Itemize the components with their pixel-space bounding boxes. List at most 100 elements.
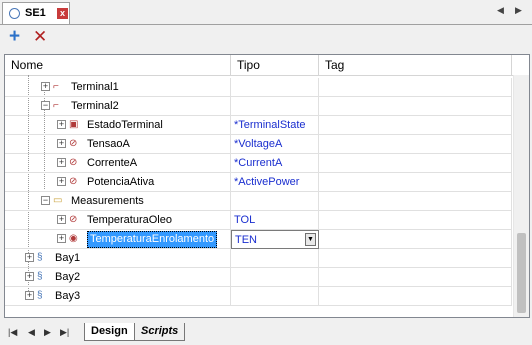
dropdown-arrow-icon[interactable]: ▼: [305, 233, 316, 246]
scroll-tabs-right-icon[interactable]: ▶: [515, 5, 522, 16]
tree-row[interactable]: + ▣ EstadoTerminal *TerminalState: [5, 116, 512, 135]
tab-scripts[interactable]: Scripts: [134, 323, 186, 341]
bottom-tab-bar: |◀ ◀ ▶ ▶| Design Scripts: [0, 322, 532, 345]
collapse-icon[interactable]: −: [41, 196, 50, 205]
name-cell[interactable]: + ⊘ PotenciaAtiva: [5, 173, 231, 192]
expand-icon[interactable]: +: [57, 215, 66, 224]
tab-se1[interactable]: SE1 x: [2, 2, 70, 24]
tree-row[interactable]: + ⌐ Terminal1: [5, 78, 512, 97]
name-cell[interactable]: + ◉ TemperaturaEnrolamento: [5, 230, 231, 249]
tree-row[interactable]: + ⊘ CorrenteA *CurrentA: [5, 154, 512, 173]
node-label: CorrenteA: [87, 157, 138, 169]
tag-cell[interactable]: [319, 249, 512, 268]
tag-cell[interactable]: [319, 135, 512, 154]
collapse-icon[interactable]: −: [41, 101, 50, 110]
expand-icon[interactable]: +: [57, 139, 66, 148]
tree-grid: Nome Tipo Tag + ⌐ Terminal1− ⌐ Terminal2 + ▣ Es…: [4, 54, 530, 318]
type-cell[interactable]: [231, 192, 319, 211]
terminal-icon: ⌐: [53, 81, 59, 92]
next-page-icon[interactable]: ▶: [44, 327, 51, 338]
expand-icon[interactable]: +: [57, 177, 66, 186]
tree-row[interactable]: − ▭ Measurements: [5, 192, 512, 211]
type-value: *ActivePower: [234, 176, 300, 188]
name-cell[interactable]: − ⌐ Terminal2: [5, 97, 231, 116]
node-label: Bay3: [55, 290, 81, 302]
tag-cell[interactable]: [319, 97, 512, 116]
expand-icon[interactable]: +: [25, 272, 34, 281]
node-label: Terminal2: [71, 100, 119, 112]
type-cell[interactable]: TEN ▼: [231, 230, 319, 249]
scrollbar-thumb[interactable]: [517, 233, 526, 313]
tag-cell[interactable]: [319, 154, 512, 173]
close-tab-button[interactable]: x: [57, 8, 68, 19]
expand-icon[interactable]: +: [57, 120, 66, 129]
column-header-tipo[interactable]: Tipo: [231, 55, 319, 75]
name-cell[interactable]: + § Bay1: [5, 249, 231, 268]
name-cell[interactable]: + ▣ EstadoTerminal: [5, 116, 231, 135]
type-cell[interactable]: [231, 249, 319, 268]
name-cell[interactable]: + ⊘ TensaoA: [5, 135, 231, 154]
previous-page-icon[interactable]: ◀: [28, 327, 35, 338]
tree-row[interactable]: + ⊘ PotenciaAtiva *ActivePower: [5, 173, 512, 192]
type-cell[interactable]: [231, 97, 319, 116]
node-label: TemperaturaEnrolamento: [87, 231, 218, 248]
first-page-icon[interactable]: |◀: [8, 327, 17, 338]
type-cell[interactable]: [231, 78, 319, 97]
tree-row[interactable]: − ⌐ Terminal2: [5, 97, 512, 116]
tag-cell[interactable]: [319, 192, 512, 211]
digital-signal-icon: ▣: [69, 119, 79, 130]
name-cell[interactable]: + § Bay3: [5, 287, 231, 306]
name-cell[interactable]: − ▭ Measurements: [5, 192, 231, 211]
tree-row[interactable]: + § Bay1: [5, 249, 512, 268]
name-cell[interactable]: + ⌐ Terminal1: [5, 78, 231, 97]
type-cell[interactable]: *CurrentA: [231, 154, 319, 173]
globe-signal-icon: ◉: [69, 233, 78, 244]
analog-signal-icon: ⊘: [69, 157, 78, 168]
tag-cell[interactable]: [319, 116, 512, 135]
tag-cell[interactable]: [319, 211, 512, 230]
type-value: *VoltageA: [234, 138, 283, 150]
type-value: *TerminalState: [234, 119, 306, 131]
delete-button[interactable]: ✕: [33, 28, 47, 46]
grid-header: Nome Tipo Tag: [5, 55, 529, 76]
column-header-nome[interactable]: Nome: [5, 55, 231, 75]
node-label: TemperaturaOleo: [87, 214, 172, 226]
expand-icon[interactable]: +: [25, 291, 34, 300]
tag-cell[interactable]: [319, 268, 512, 287]
name-cell[interactable]: + ⊘ CorrenteA: [5, 154, 231, 173]
analog-signal-icon: ⊘: [69, 214, 78, 225]
last-page-icon[interactable]: ▶|: [60, 327, 69, 338]
type-cell[interactable]: *ActivePower: [231, 173, 319, 192]
name-cell[interactable]: + § Bay2: [5, 268, 231, 287]
add-button[interactable]: +: [9, 27, 20, 46]
column-header-tag[interactable]: Tag: [319, 55, 512, 75]
toolbar: [0, 25, 532, 50]
name-cell[interactable]: + ⊘ TemperaturaOleo: [5, 211, 231, 230]
tree-row[interactable]: + ◉ TemperaturaEnrolamento TEN ▼: [5, 230, 512, 249]
tree-row[interactable]: + ⊘ TensaoA *VoltageA: [5, 135, 512, 154]
bay-icon: §: [37, 271, 43, 282]
expand-icon[interactable]: +: [41, 82, 50, 91]
type-cell[interactable]: *VoltageA: [231, 135, 319, 154]
vertical-scrollbar[interactable]: [513, 75, 529, 317]
tag-cell[interactable]: [319, 287, 512, 306]
type-cell[interactable]: TOL: [231, 211, 319, 230]
type-value: TEN: [235, 234, 257, 246]
bay-icon: §: [37, 252, 43, 263]
expand-icon[interactable]: +: [57, 158, 66, 167]
type-cell[interactable]: [231, 268, 319, 287]
scroll-tabs-left-icon[interactable]: ◀: [497, 5, 504, 16]
tab-design[interactable]: Design: [84, 323, 135, 341]
type-cell[interactable]: *TerminalState: [231, 116, 319, 135]
type-cell[interactable]: [231, 287, 319, 306]
tree-row[interactable]: + § Bay3: [5, 287, 512, 306]
tag-cell[interactable]: [319, 78, 512, 97]
analog-signal-icon: ⊘: [69, 138, 78, 149]
tag-cell[interactable]: [319, 230, 512, 249]
terminal-icon: ⌐: [53, 100, 59, 111]
tree-row[interactable]: + § Bay2: [5, 268, 512, 287]
tree-row[interactable]: + ⊘ TemperaturaOleo TOL: [5, 211, 512, 230]
expand-icon[interactable]: +: [25, 253, 34, 262]
tag-cell[interactable]: [319, 173, 512, 192]
expand-icon[interactable]: +: [57, 234, 66, 243]
